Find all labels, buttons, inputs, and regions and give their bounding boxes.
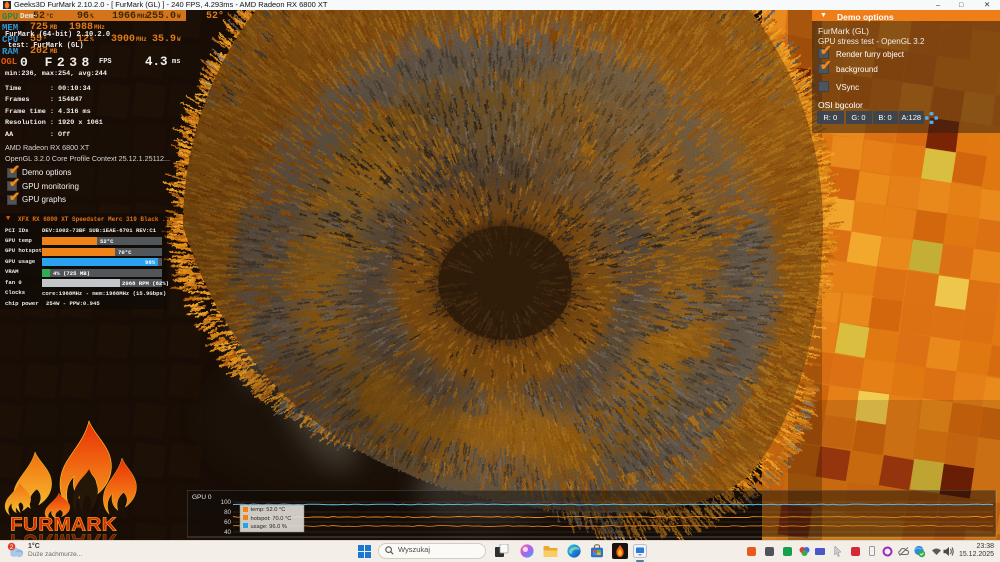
svg-text:hotspot: 70.0 °C: hotspot: 70.0 °C	[251, 516, 292, 522]
svg-text:FURMARK: FURMARK	[10, 529, 117, 540]
svg-text:100: 100	[221, 499, 232, 506]
svg-text:80: 80	[224, 509, 231, 516]
svg-text:GPU 0: GPU 0	[192, 494, 212, 501]
svg-text:temp: 52.0 °C: temp: 52.0 °C	[251, 507, 286, 513]
svg-text:40: 40	[224, 529, 231, 536]
svg-text:2: 2	[10, 544, 14, 551]
svg-text:60: 60	[224, 519, 231, 526]
svg-text:usage: 96.0 %: usage: 96.0 %	[251, 524, 287, 530]
